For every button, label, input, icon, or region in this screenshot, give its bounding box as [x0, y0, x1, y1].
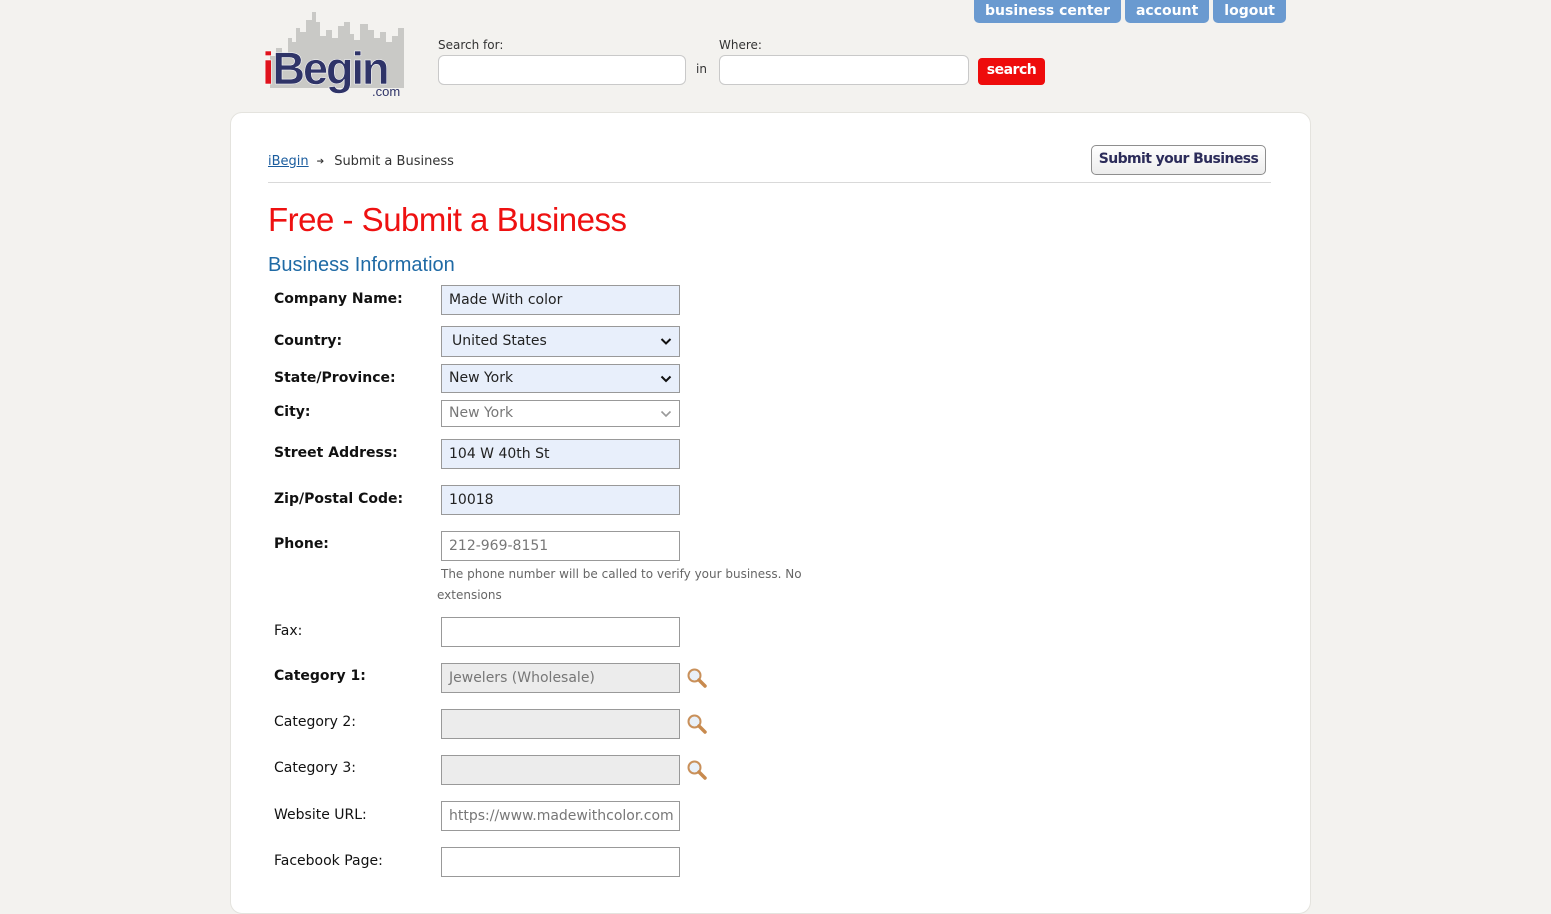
category-2-label: Category 2:: [274, 714, 357, 730]
website-url-input[interactable]: https://www.madewithcolor.com: [441, 801, 680, 831]
street-address-label: Street Address:: [274, 445, 398, 461]
nav-business-center[interactable]: business center: [974, 0, 1121, 23]
facebook-page-input[interactable]: [441, 847, 680, 877]
phone-label: Phone:: [274, 536, 329, 552]
company-name-input[interactable]: Made With color: [441, 285, 680, 315]
country-select[interactable]: United States: [441, 326, 680, 357]
state-select[interactable]: New York: [441, 364, 680, 393]
submit-your-business-button[interactable]: Submit your Business: [1091, 145, 1266, 175]
phone-input[interactable]: 212-969-8151: [441, 531, 680, 561]
city-select-value: New York: [449, 405, 514, 421]
section-title: Business Information: [268, 254, 455, 276]
breadcrumb-home-link[interactable]: iBegin: [268, 154, 309, 169]
website-url-label: Website URL:: [274, 807, 367, 823]
ibegin-logo[interactable]: iBegin .com: [262, 8, 407, 100]
category-3-label: Category 3:: [274, 760, 357, 776]
zip-label: Zip/Postal Code:: [274, 491, 404, 507]
page-title: Free - Submit a Business: [268, 201, 627, 238]
where-label: Where:: [719, 38, 762, 52]
country-select-value: United States: [452, 333, 547, 349]
chevron-down-icon: [660, 375, 672, 383]
logo-wordmark: iBegin: [262, 43, 390, 94]
state-label: State/Province:: [274, 370, 396, 386]
category-2-input[interactable]: [441, 709, 680, 739]
where-input[interactable]: [719, 55, 969, 85]
company-name-label: Company Name:: [274, 291, 403, 307]
chevron-down-icon: [660, 410, 672, 418]
phone-hint: The phone number will be called to verif…: [437, 567, 802, 602]
category-1-label: Category 1:: [274, 668, 366, 684]
search-for-input[interactable]: [438, 55, 686, 85]
magnifier-icon[interactable]: [686, 759, 708, 781]
breadcrumb-divider: [268, 182, 1271, 183]
fax-input[interactable]: [441, 617, 680, 647]
zip-input[interactable]: 10018: [441, 485, 680, 515]
logo-domain: .com: [372, 84, 401, 99]
breadcrumb: iBegin ➔ Submit a Business: [268, 154, 454, 169]
street-address-input[interactable]: 104 W 40th St: [441, 439, 680, 469]
search-button[interactable]: search: [978, 58, 1045, 85]
city-label: City:: [274, 404, 311, 420]
search-for-label: Search for:: [438, 38, 504, 52]
city-select[interactable]: New York: [441, 400, 680, 427]
chevron-down-icon: [660, 338, 672, 345]
category-1-input[interactable]: Jewelers (Wholesale): [441, 663, 680, 693]
nav-account[interactable]: account: [1124, 0, 1210, 23]
in-label: in: [696, 62, 707, 76]
nav-logout[interactable]: logout: [1213, 0, 1286, 23]
facebook-page-label: Facebook Page:: [274, 853, 383, 869]
top-nav: business center account logout: [974, 0, 1286, 23]
breadcrumb-current: Submit a Business: [334, 154, 454, 169]
magnifier-icon[interactable]: [686, 667, 708, 689]
state-select-value: New York: [449, 370, 514, 386]
fax-label: Fax:: [274, 623, 303, 639]
arrow-right-icon: ➔: [316, 156, 325, 167]
country-label: Country:: [274, 333, 343, 349]
category-3-input[interactable]: [441, 755, 680, 785]
magnifier-icon[interactable]: [686, 713, 708, 735]
